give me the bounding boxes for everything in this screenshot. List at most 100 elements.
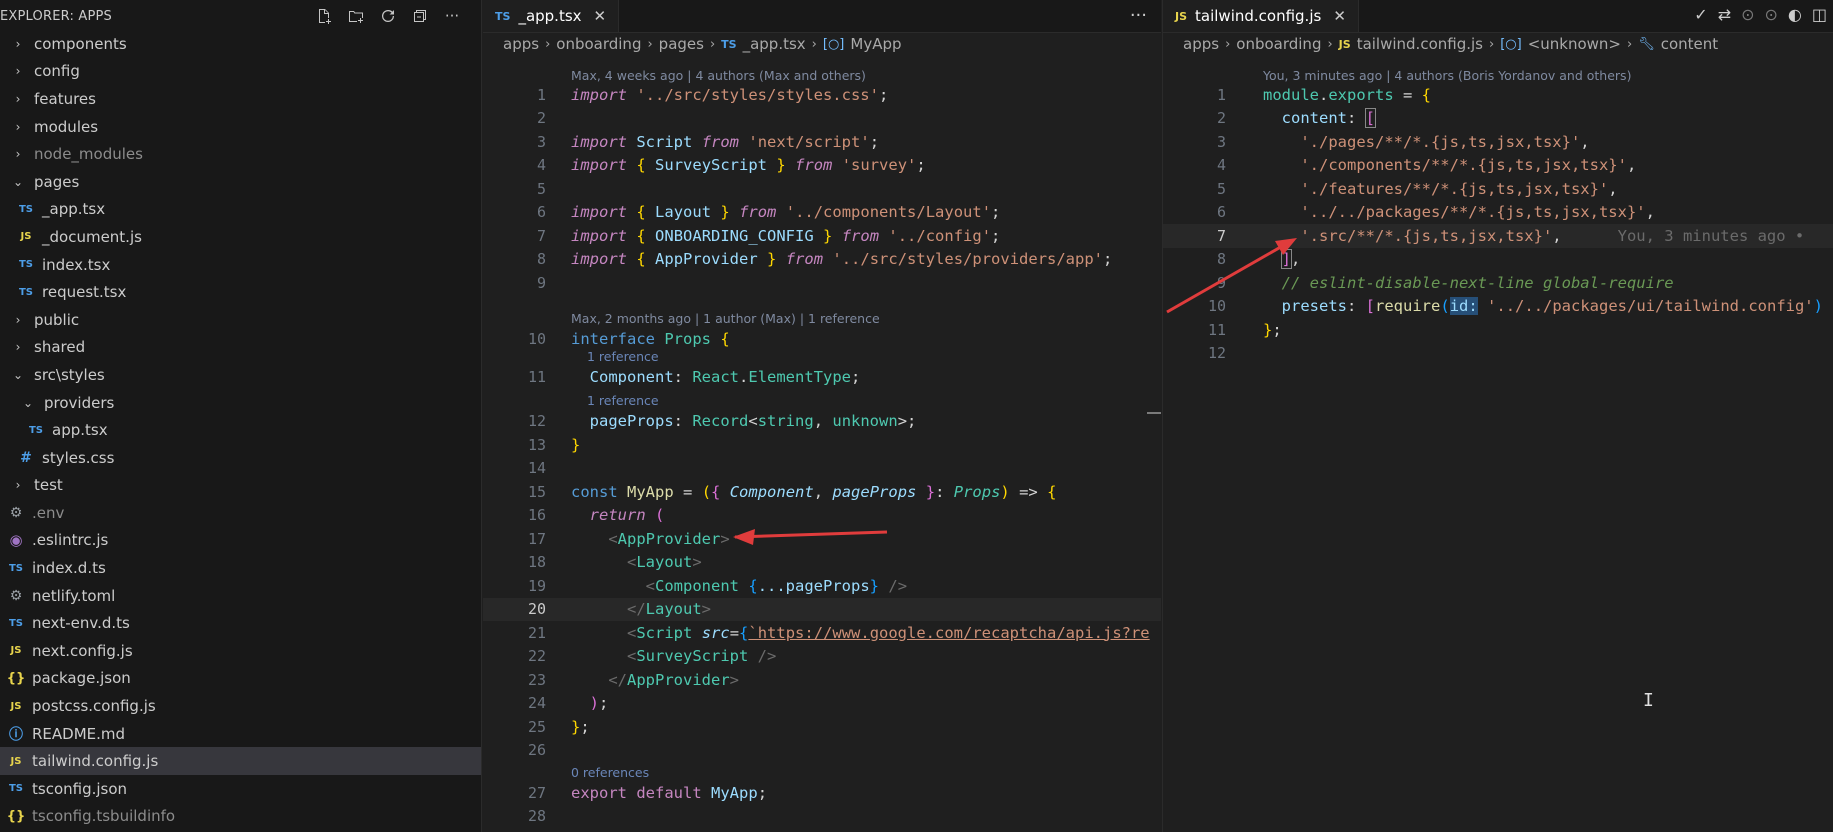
tree-item-config[interactable]: › config	[0, 58, 481, 86]
code-line: 4 './components/**/*.{js,ts,jsx,tsx}',	[1216, 156, 1637, 175]
code-line: 6 '../../packages/**/*.{js,ts,jsx,tsx}',	[1216, 203, 1655, 222]
code-line: 10 presets: [require(id: '../../packages…	[1207, 297, 1823, 316]
split-editor-icon[interactable]: ◫	[1812, 5, 1827, 24]
tree-item-providers[interactable]: ⌄ providers	[0, 389, 481, 417]
code-line: 7 import { ONBOARDING_CONFIG } from '../…	[536, 226, 1001, 245]
tree-item-tsconfig-json[interactable]: TS tsconfig.json	[0, 775, 481, 803]
codelens-references[interactable]: 0 references	[571, 762, 649, 782]
codelens-references[interactable]: 1 reference	[587, 390, 659, 410]
javascript-file-icon: JS	[10, 645, 22, 657]
tree-item-tsbuildinfo[interactable]: {} tsconfig.tsbuildinfo	[0, 803, 481, 831]
code-line: 4 import { SurveyScript } from 'survey';	[536, 156, 926, 175]
tree-item-next-env[interactable]: TS next-env.d.ts	[0, 609, 481, 637]
more-icon[interactable]: ···	[1130, 5, 1147, 26]
tree-item-next-config[interactable]: JS next.config.js	[0, 637, 481, 665]
breadcrumb-item[interactable]: apps	[503, 35, 539, 53]
breadcrumb-item[interactable]: onboarding	[1236, 35, 1321, 53]
typescript-file-icon: TS	[18, 259, 34, 271]
codelens-blame[interactable]: Max, 2 months ago | 1 author (Max) | 1 r…	[571, 308, 880, 328]
breadcrumb-item[interactable]: content	[1661, 35, 1718, 53]
codelens-blame[interactable]: You, 3 minutes ago | 4 authors (Boris Yo…	[1263, 65, 1631, 85]
info-icon: ⓘ	[9, 726, 23, 743]
code-line: 9	[536, 273, 546, 292]
breadcrumb-item[interactable]: _app.tsx	[743, 35, 806, 53]
git-compare-icon[interactable]: ⇄	[1718, 5, 1731, 24]
code-line: 5	[536, 179, 546, 198]
editor-app-tsx: TS _app.tsx ✕ ··· apps › onboarding › pa…	[483, 0, 1161, 832]
code-line: 21 <Script src={`https://www.google.com/…	[527, 623, 1150, 642]
tree-item-styles-css[interactable]: # styles.css	[0, 444, 481, 472]
next-change-icon[interactable]: ⊙	[1765, 5, 1778, 24]
tree-item-components[interactable]: › components	[0, 30, 481, 58]
new-file-icon[interactable]	[311, 4, 337, 28]
tree-item-index-tsx[interactable]: TS index.tsx	[0, 251, 481, 279]
refresh-icon[interactable]	[375, 4, 401, 28]
tree-item-public[interactable]: › public	[0, 306, 481, 334]
chevron-right-icon: ›	[15, 340, 21, 355]
tree-item-test[interactable]: › test	[0, 472, 481, 500]
tree-item-tailwind-config[interactable]: JS tailwind.config.js	[0, 747, 481, 776]
scrollbar-marker[interactable]	[1147, 412, 1161, 414]
code-line: 28	[527, 807, 546, 826]
code-area[interactable]: Max, 4 weeks ago | 4 authors (Max and ot…	[483, 56, 1161, 832]
breadcrumb-item[interactable]: tailwind.config.js	[1357, 35, 1483, 53]
new-folder-icon[interactable]	[343, 4, 369, 28]
chevron-down-icon: ⌄	[22, 395, 34, 410]
close-icon[interactable]: ✕	[594, 7, 607, 25]
more-icon[interactable]: ···	[439, 4, 465, 28]
tree-item-readme[interactable]: ⓘ README.md	[0, 720, 481, 748]
explorer-sidebar: EXPLORER: APPS ··· › components › config…	[0, 0, 482, 832]
tree-item-providers-app-tsx[interactable]: TS app.tsx	[0, 416, 481, 444]
tab-app-tsx[interactable]: TS _app.tsx ✕	[483, 0, 620, 32]
code-line-current: 7 '.src/**/*.{js,ts,jsx,tsx}', You, 3 mi…	[1163, 224, 1833, 248]
breadcrumb-item[interactable]: MyApp	[850, 35, 901, 53]
tree-item-eslintrc[interactable]: ◉ .eslintrc.js	[0, 527, 481, 555]
tab-label: _app.tsx	[518, 7, 582, 25]
breadcrumb-item[interactable]: pages	[659, 35, 704, 53]
breadcrumb-item[interactable]: apps	[1183, 35, 1219, 53]
chevron-right-icon: ›	[15, 64, 21, 79]
chevron-down-icon: ⌄	[12, 174, 24, 189]
tree-item-package-json[interactable]: {} package.json	[0, 665, 481, 693]
prev-change-icon[interactable]: ⊙	[1741, 5, 1754, 24]
code-line: 23 </AppProvider>	[527, 670, 739, 689]
javascript-file-icon: JS	[10, 755, 22, 767]
code-line: 6 import { Layout } from '../components/…	[536, 203, 1001, 222]
tree-item-postcss-config[interactable]: JS postcss.config.js	[0, 692, 481, 720]
chevron-right-icon: ›	[811, 36, 817, 52]
code-line: 1 import '../src/styles/styles.css';	[536, 85, 889, 104]
tree-item-env[interactable]: ⚙ .env	[0, 499, 481, 527]
symbol-variable-icon: [○]	[1500, 36, 1522, 52]
code-area[interactable]: You, 3 minutes ago | 4 authors (Boris Yo…	[1163, 56, 1833, 832]
collapse-icon[interactable]	[407, 4, 433, 28]
tree-item-src-styles[interactable]: ⌄ src\styles	[0, 361, 481, 389]
chevron-right-icon: ›	[15, 147, 21, 162]
tab-label: tailwind.config.js	[1195, 7, 1322, 25]
check-icon[interactable]: ✓	[1694, 5, 1707, 24]
tree-item-document-js[interactable]: JS _document.js	[0, 223, 481, 251]
tree-item-app-tsx[interactable]: TS _app.tsx	[0, 196, 481, 224]
code-line: 9 // eslint-disable-next-line global-req…	[1216, 273, 1674, 292]
chevron-right-icon: ›	[15, 119, 21, 134]
css-file-icon: #	[20, 449, 32, 466]
code-line: 12	[1207, 344, 1226, 363]
tree-item-netlify-toml[interactable]: ⚙ netlify.toml	[0, 582, 481, 610]
tree-item-features[interactable]: › features	[0, 85, 481, 113]
tree-item-index-d-ts[interactable]: TS index.d.ts	[0, 554, 481, 582]
codelens-blame[interactable]: Max, 4 weeks ago | 4 authors (Max and ot…	[571, 65, 866, 85]
code-line: 19 <Component {...pageProps} />	[527, 576, 908, 595]
tree-item-pages[interactable]: ⌄ pages	[0, 168, 481, 196]
editor-tabbar: TS _app.tsx ✕ ···	[483, 0, 1161, 33]
breadcrumb-item[interactable]: <unknown>	[1528, 35, 1621, 53]
text-cursor-icon: I	[1643, 690, 1654, 711]
tree-item-shared[interactable]: › shared	[0, 334, 481, 362]
tree-item-request-tsx[interactable]: TS request.tsx	[0, 278, 481, 306]
chevron-right-icon: ›	[647, 36, 653, 52]
typescript-file-icon: TS	[8, 562, 24, 574]
close-icon[interactable]: ✕	[1333, 7, 1346, 25]
tab-tailwind-config[interactable]: JS tailwind.config.js ✕	[1163, 0, 1359, 32]
tree-item-node-modules[interactable]: › node_modules	[0, 140, 481, 168]
timeline-icon[interactable]: ◐	[1788, 5, 1802, 24]
breadcrumb-item[interactable]: onboarding	[556, 35, 641, 53]
tree-item-modules[interactable]: › modules	[0, 113, 481, 141]
